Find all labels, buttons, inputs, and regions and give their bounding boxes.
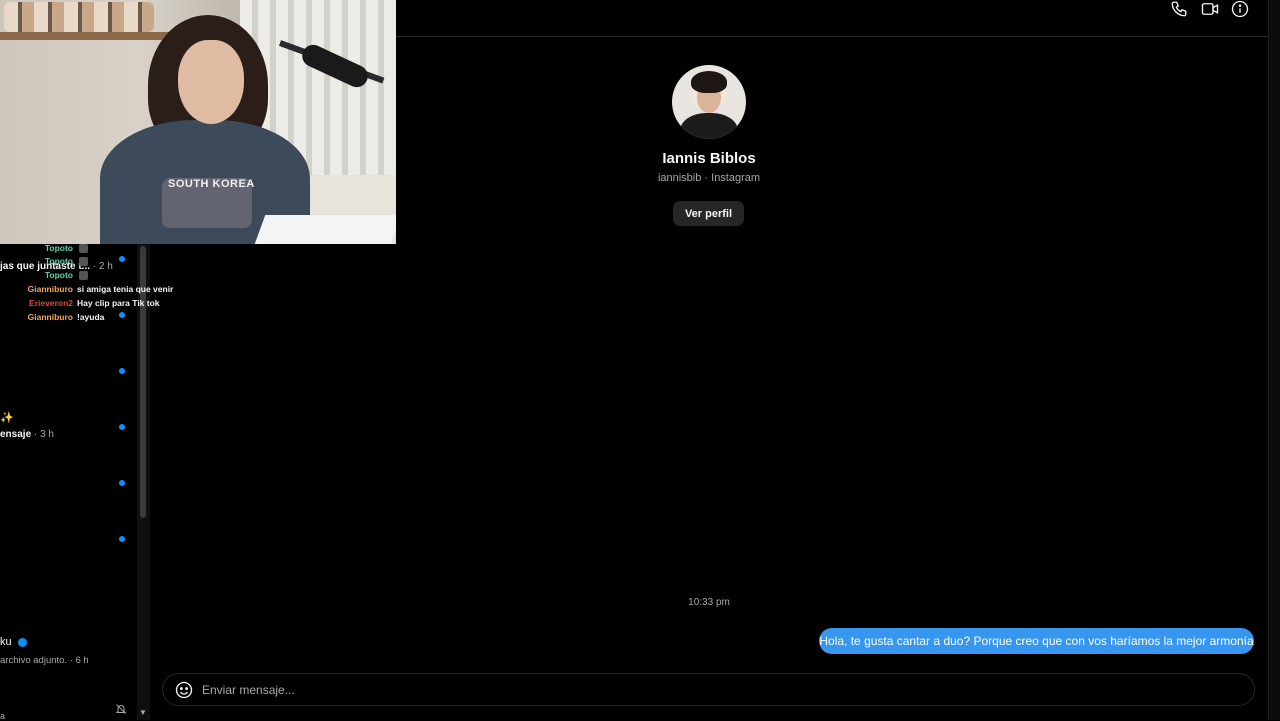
unread-dot [119, 536, 125, 542]
chat-username: Erieveron2 [29, 298, 73, 308]
inbox-item-preview[interactable]: ensaje · 3 h [0, 429, 54, 440]
unread-dot [119, 480, 125, 486]
page-scrollbar[interactable] [1268, 0, 1280, 720]
chat-emote-icon [79, 257, 88, 266]
unread-dot [119, 424, 125, 430]
emoji-icon[interactable] [175, 681, 193, 699]
unread-dot [119, 256, 125, 262]
unread-dot [119, 312, 125, 318]
unread-dot [119, 368, 125, 374]
phone-icon[interactable] [1168, 0, 1190, 18]
muted-bell-icon [115, 702, 127, 714]
chat-username: Gianniburo [27, 284, 73, 294]
info-icon[interactable] [1229, 0, 1251, 18]
message-timestamp: 10:33 pm [688, 597, 730, 608]
sent-message-bubble[interactable]: Hola, te gusta cantar a duo? Porque creo… [819, 628, 1254, 654]
verified-badge-icon [17, 637, 27, 647]
profile-subtitle: iannisbib · Instagram [657, 172, 761, 184]
chat-username: Gianniburo [27, 312, 73, 322]
profile-name: Iannis Biblos [662, 150, 756, 167]
chat-username: Topoto [44, 243, 73, 253]
inbox-item-emoji: ✨ [0, 412, 14, 424]
header-divider [396, 36, 1268, 37]
chat-emote-icon [79, 244, 88, 253]
shirt-print-text: SOUTH KOREA [168, 178, 255, 190]
chat-emote-icon [79, 271, 88, 280]
chat-message: si amiga tenia que venir [77, 284, 174, 294]
message-input[interactable] [202, 682, 1242, 698]
chat-message: !ayuda [77, 312, 105, 322]
chat-message: Hay clip para Tik tok [77, 298, 160, 308]
video-icon[interactable] [1199, 0, 1221, 18]
view-profile-button[interactable]: Ver perfil [673, 201, 744, 226]
scroll-down-arrow-icon[interactable]: ▼ [139, 708, 147, 717]
profile-avatar[interactable] [672, 65, 746, 139]
chat-username: Topoto [44, 270, 73, 280]
chat-username: Topoto [44, 256, 73, 266]
inbox-item-name[interactable]: ku [0, 636, 27, 648]
webcam-overlay: SOUTH KOREA [0, 0, 396, 244]
inbox-item-preview: archivo adjunto. · 6 h [0, 655, 89, 666]
